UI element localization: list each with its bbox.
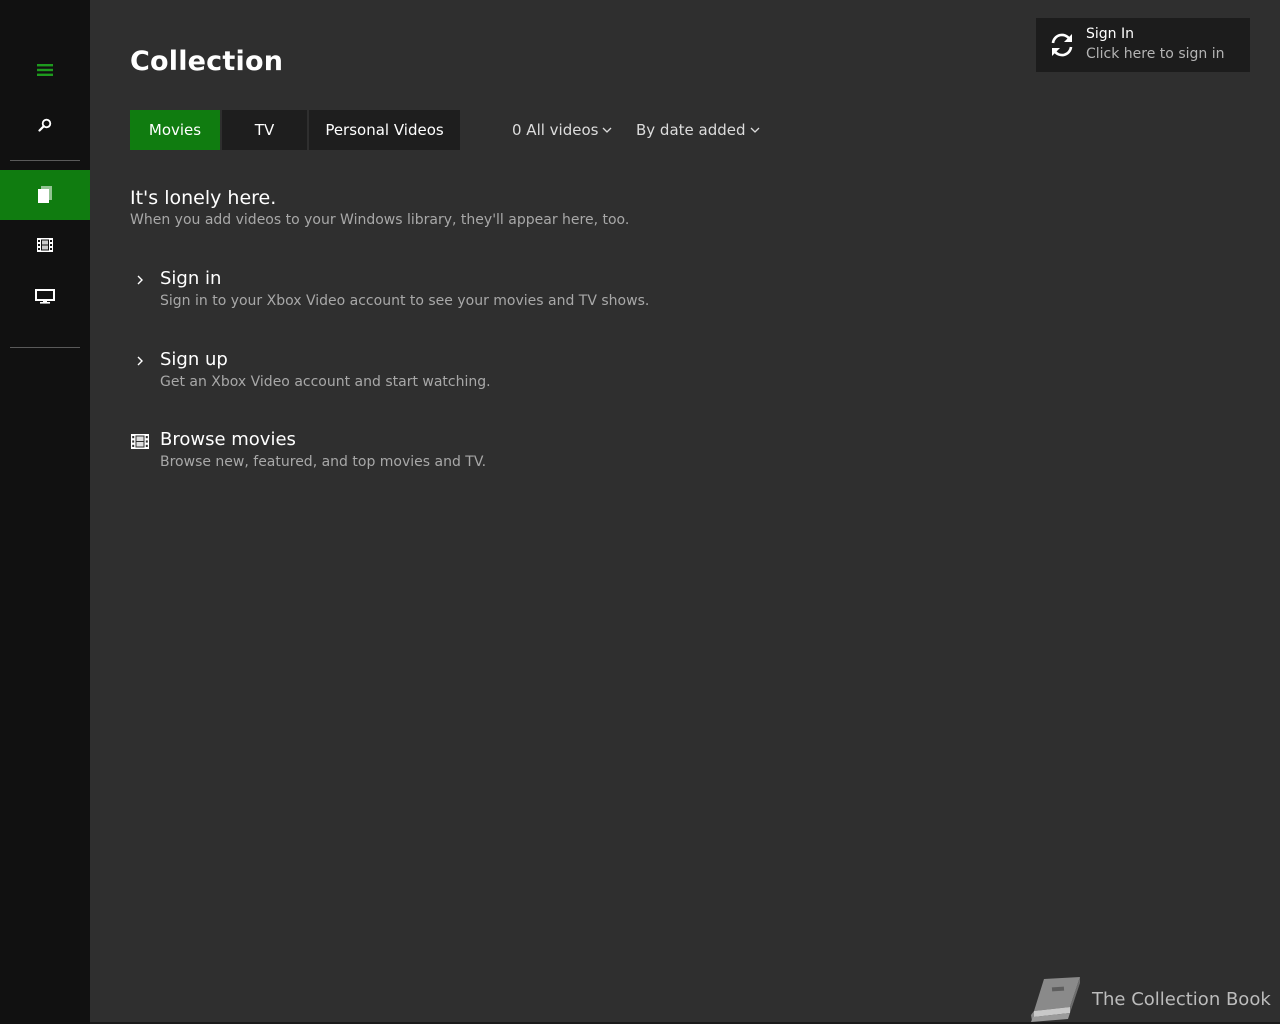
collection-icon (38, 186, 52, 203)
action-description: Get an Xbox Video account and start watc… (160, 374, 491, 390)
film-icon (37, 238, 53, 252)
sort-label: By date added (636, 121, 746, 139)
sign-in-panel[interactable]: Sign In Click here to sign in (1036, 18, 1250, 72)
menu-button[interactable] (0, 50, 90, 90)
sync-icon (1051, 33, 1073, 57)
sign-in-title: Sign In (1086, 26, 1134, 42)
empty-state-title: It's lonely here. (130, 187, 277, 209)
sidebar (0, 0, 90, 1024)
browse-movies-action[interactable]: Browse movies Browse new, featured, and … (130, 429, 690, 479)
sidebar-item-collection[interactable] (0, 170, 90, 220)
action-description: Browse new, featured, and top movies and… (160, 454, 487, 470)
sign-up-action[interactable]: Sign up Get an Xbox Video account and st… (130, 349, 690, 399)
tv-icon (35, 288, 55, 304)
film-icon (130, 429, 150, 453)
sidebar-item-tv[interactable] (0, 276, 90, 316)
app-window: Collection Movies TV Personal Videos 0 A… (0, 0, 1280, 1024)
sidebar-divider (10, 160, 80, 161)
page-title: Collection (130, 46, 284, 77)
action-title: Sign up (160, 349, 228, 370)
video-filter-dropdown[interactable]: 0 All videos (512, 120, 612, 140)
sidebar-item-movies[interactable] (0, 225, 90, 265)
sort-dropdown[interactable]: By date added (636, 120, 760, 140)
search-button[interactable] (0, 105, 90, 145)
video-filter-label: 0 All videos (512, 121, 599, 139)
tab-personal-videos[interactable]: Personal Videos (309, 110, 460, 150)
chevron-right-icon (130, 349, 150, 373)
tab-tv[interactable]: TV (222, 110, 307, 150)
empty-state-subtitle: When you add videos to your Windows libr… (130, 212, 630, 228)
chevron-down-icon (750, 127, 759, 133)
sign-in-subtitle: Click here to sign in (1086, 46, 1225, 62)
watermark-text: The Collection Book (1092, 988, 1271, 1010)
tab-bar: Movies TV Personal Videos (130, 110, 460, 150)
sign-in-action[interactable]: Sign in Sign in to your Xbox Video accou… (130, 268, 690, 318)
hamburger-icon (37, 64, 53, 76)
search-icon (38, 118, 52, 132)
chevron-down-icon (603, 127, 612, 133)
tab-movies[interactable]: Movies (130, 110, 220, 150)
action-description: Sign in to your Xbox Video account to se… (160, 293, 650, 309)
sidebar-divider (10, 347, 80, 348)
chevron-right-icon (130, 268, 150, 292)
action-title: Sign in (160, 268, 222, 289)
watermark: The Collection Book (1030, 975, 1271, 1023)
book-icon (1031, 977, 1080, 1022)
action-title: Browse movies (160, 429, 296, 450)
